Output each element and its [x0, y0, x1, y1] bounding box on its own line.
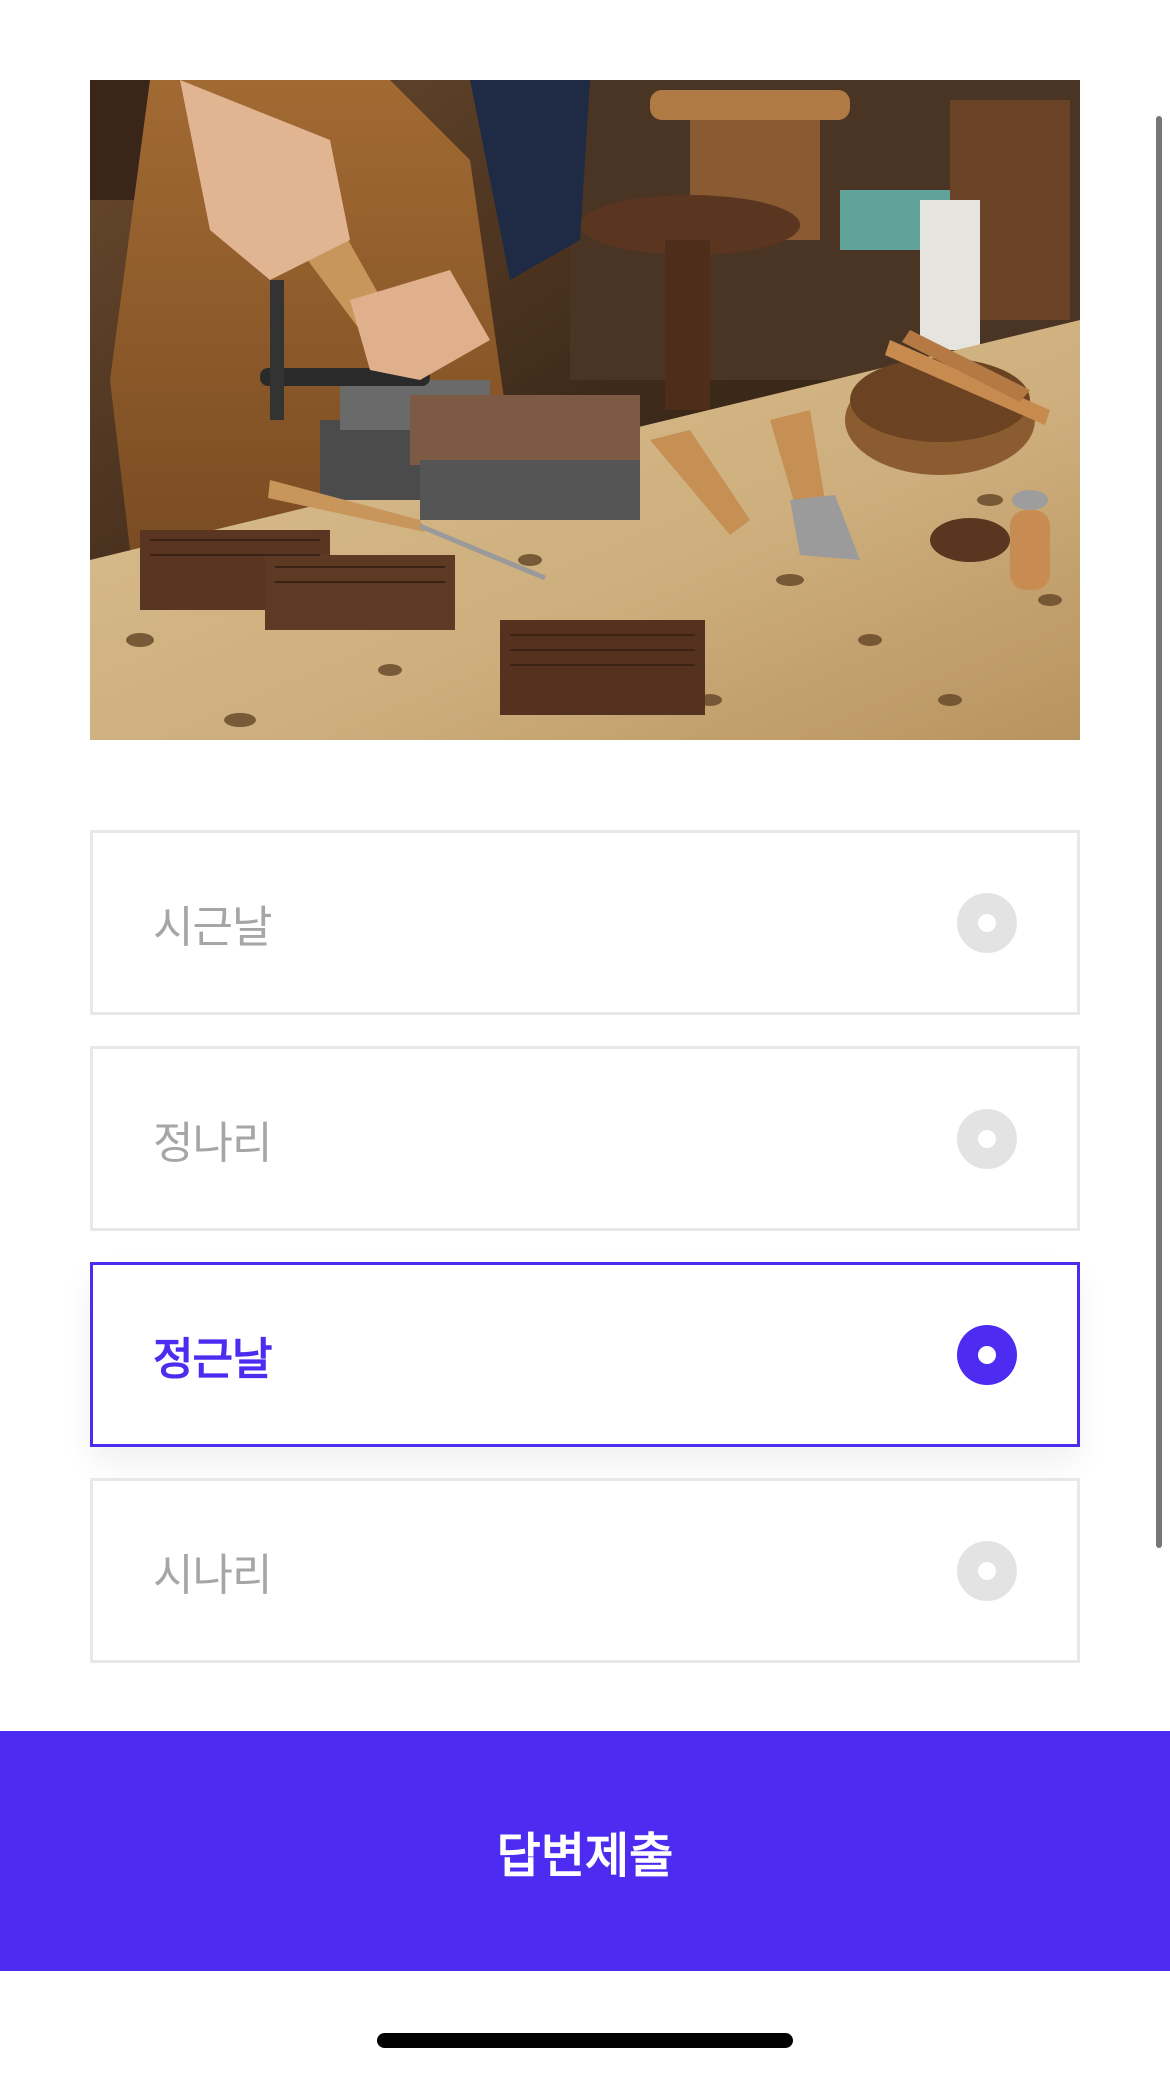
submit-answer-button[interactable]: 답변제출 [0, 1731, 1170, 1971]
answer-option-label: 정근날 [153, 1333, 272, 1385]
answer-option-label: 정나리 [153, 1117, 272, 1169]
radio-unselected-icon[interactable] [957, 892, 1017, 953]
home-indicator [377, 2033, 793, 2048]
radio-unselected-icon[interactable] [957, 1108, 1017, 1169]
answer-option-label: 시근날 [153, 901, 272, 953]
answer-options: 시근날 정나리 정근날 시나리 [90, 830, 1080, 1694]
answer-option-label: 시나리 [153, 1549, 272, 1601]
answer-option-3[interactable]: 정근날 [90, 1262, 1080, 1447]
answer-option-1[interactable]: 시근날 [90, 830, 1080, 1015]
answer-option-4[interactable]: 시나리 [90, 1478, 1080, 1663]
radio-unselected-icon[interactable] [957, 1540, 1017, 1601]
answer-option-2[interactable]: 정나리 [90, 1046, 1080, 1231]
question-image [90, 80, 1080, 740]
scrollbar[interactable] [1156, 116, 1162, 1548]
radio-selected-icon[interactable] [957, 1324, 1017, 1385]
